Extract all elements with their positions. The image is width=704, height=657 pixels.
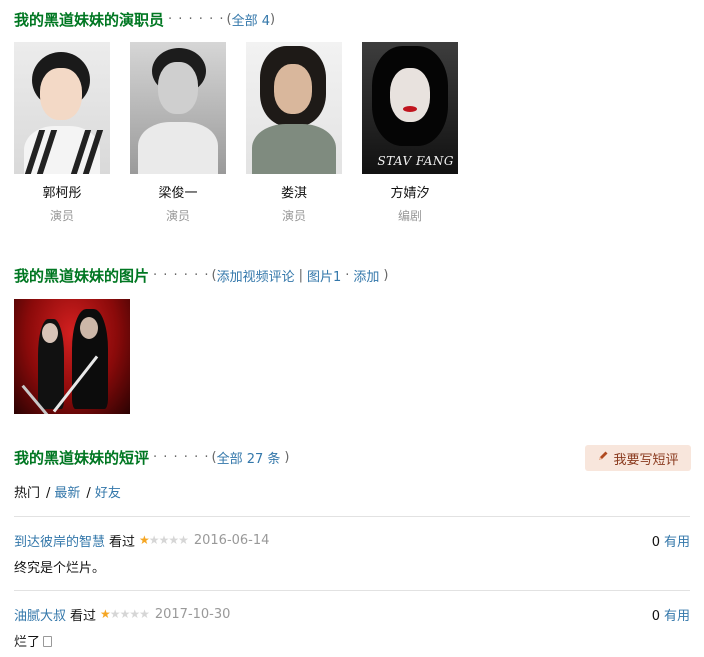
- cast-role: 演员: [49, 209, 74, 223]
- cast-photo[interactable]: [246, 42, 342, 174]
- rating-stars: ★★★★★: [100, 607, 150, 621]
- filter-latest[interactable]: 最新: [54, 486, 80, 501]
- cast-member[interactable]: STAV FANG 方婧汐 编剧: [362, 42, 458, 224]
- star-icon: ★: [109, 607, 121, 621]
- pencil-icon: [597, 450, 609, 466]
- star-icon: ★: [139, 533, 150, 547]
- star-icon: ★: [168, 533, 179, 547]
- poster-thumbnail[interactable]: [14, 299, 130, 414]
- cast-role: 演员: [165, 209, 190, 223]
- section-dots: · · · · · ·: [153, 449, 210, 465]
- cast-name[interactable]: 梁俊一: [130, 182, 226, 201]
- review-text: 终究是个烂片。: [14, 561, 106, 576]
- section-dots: · · · · · ·: [168, 11, 225, 27]
- rating-stars: ★★★★★: [139, 533, 189, 547]
- cast-member[interactable]: 梁俊一 演员: [130, 42, 226, 224]
- cast-list: 郭柯彤 演员 梁俊一 演员 娄淇 演员 STAV FANG 方婧汐 编剧: [14, 42, 478, 224]
- star-icon: ★: [139, 607, 150, 621]
- star-icon: ★: [100, 607, 111, 621]
- cast-photo[interactable]: STAV FANG: [362, 42, 458, 174]
- photo-caption: STAV FANG: [377, 154, 454, 168]
- close-paren: ): [269, 11, 276, 27]
- add-photo-link[interactable]: 添加: [353, 266, 379, 285]
- review-user[interactable]: 油腻大叔: [14, 605, 66, 624]
- useful-button[interactable]: 有用: [664, 535, 690, 550]
- reviews-all-link[interactable]: 全部 27 条: [217, 448, 281, 467]
- reviews-section-header: 我的黑道妹妹的短评 · · · · · · ( 全部 27 条 ): [14, 446, 289, 468]
- divider: [14, 516, 690, 517]
- dot-separator: ·: [345, 267, 350, 283]
- star-icon: ★: [158, 533, 170, 547]
- cast-name[interactable]: 方婧汐: [362, 182, 458, 201]
- write-review-label: 我要写短评: [613, 452, 679, 468]
- add-video-review-link[interactable]: 添加视频评论: [217, 266, 295, 285]
- close-paren: ): [383, 267, 389, 283]
- reviews-section-title: 我的黑道妹妹的短评: [14, 448, 150, 467]
- cast-member[interactable]: 娄淇 演员: [246, 42, 342, 224]
- review-date: 2016-06-14: [193, 532, 270, 548]
- star-icon: ★: [119, 607, 131, 621]
- write-review-button[interactable]: 我要写短评: [585, 445, 691, 471]
- close-paren: ): [284, 449, 290, 465]
- cast-name[interactable]: 郭柯彤: [14, 182, 110, 201]
- review-status: 看过: [70, 608, 97, 624]
- star-icon: ★: [178, 533, 189, 547]
- star-icon: ★: [148, 533, 160, 547]
- review-date: 2017-10-30: [154, 606, 231, 622]
- pipe-separator: |: [298, 267, 303, 283]
- useful-count: 0: [651, 609, 660, 624]
- photos-section-header: 我的黑道妹妹的图片 · · · · · · ( 添加视频评论 | 图片1 · 添…: [14, 264, 388, 286]
- useful-count: 0: [651, 535, 660, 550]
- filter-separator: /: [86, 486, 91, 501]
- cast-role: 演员: [281, 209, 306, 223]
- cast-photo[interactable]: [130, 42, 226, 174]
- section-dots: · · · · · ·: [153, 267, 210, 283]
- review-user[interactable]: 到达彼岸的智慧: [14, 531, 105, 550]
- useful-vote[interactable]: 0 有用: [652, 605, 690, 624]
- filter-friends[interactable]: 好友: [95, 486, 121, 501]
- review-filters: 热门 / 最新 / 好友: [14, 482, 123, 501]
- photos-link[interactable]: 图片1: [307, 266, 341, 285]
- cast-role: 编剧: [397, 209, 422, 223]
- review-meta: 到达彼岸的智慧 看过 ★★★★★ 2016-06-14: [14, 531, 270, 550]
- cast-photo[interactable]: [14, 42, 110, 174]
- filter-separator: /: [46, 486, 51, 501]
- cast-section-header: 我的黑道妹妹的演职员 · · · · · · ( 全部 4 ): [14, 8, 275, 30]
- cast-member[interactable]: 郭柯彤 演员: [14, 42, 110, 224]
- note-icon: [43, 636, 53, 647]
- review-text-row: 烂了: [14, 631, 53, 650]
- cast-section-title: 我的黑道妹妹的演职员: [14, 10, 165, 29]
- photos-section-title: 我的黑道妹妹的图片: [14, 266, 150, 285]
- star-icon: ★: [129, 607, 140, 621]
- divider: [14, 590, 690, 591]
- cast-all-link[interactable]: 全部 4: [232, 10, 270, 29]
- useful-vote[interactable]: 0 有用: [652, 531, 690, 550]
- useful-button[interactable]: 有用: [664, 609, 690, 624]
- review-text: 烂了: [14, 635, 41, 650]
- review-meta: 油腻大叔 看过 ★★★★★ 2017-10-30: [14, 605, 231, 624]
- review-status: 看过: [109, 534, 136, 550]
- filter-hot[interactable]: 热门: [14, 486, 40, 501]
- cast-name[interactable]: 娄淇: [246, 182, 342, 201]
